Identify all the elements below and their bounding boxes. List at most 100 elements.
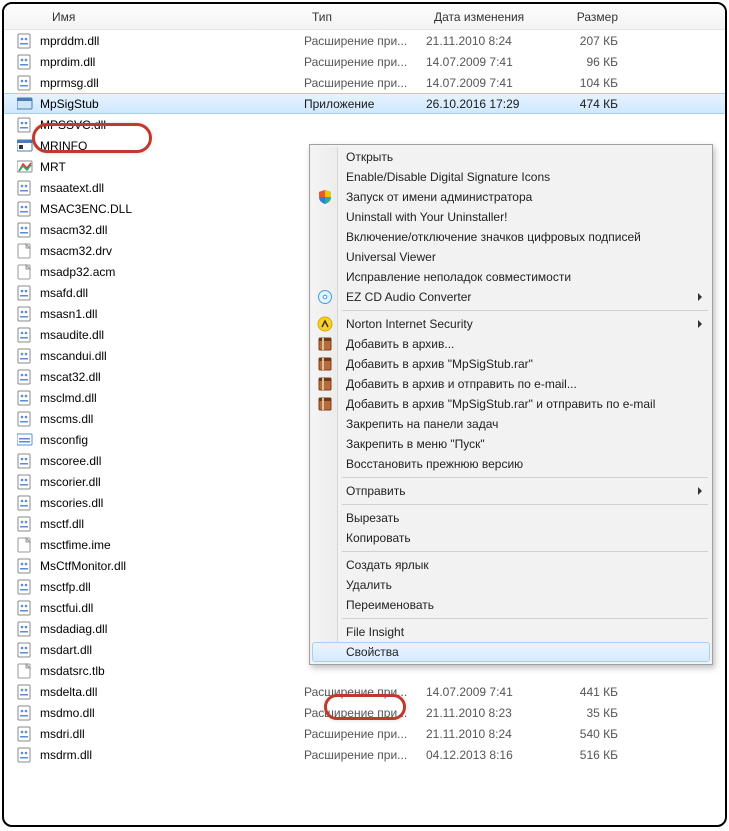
file-name: mscat32.dll <box>40 370 304 384</box>
menu-item[interactable]: Свойства <box>312 642 710 662</box>
menu-item[interactable]: Norton Internet Security <box>312 314 710 334</box>
file-date: 14.07.2009 7:41 <box>426 685 550 699</box>
menu-item[interactable]: EZ CD Audio Converter <box>312 287 710 307</box>
file-icon <box>16 663 34 679</box>
menu-item[interactable]: Вырезать <box>312 508 710 528</box>
menu-item-label: Копировать <box>346 531 411 545</box>
rar-icon <box>317 336 333 352</box>
menu-item[interactable]: Добавить в архив "MpSigStub.rar" и отпра… <box>312 394 710 414</box>
file-icon <box>16 705 34 721</box>
menu-item[interactable]: Открыть <box>312 147 710 167</box>
file-icon <box>16 411 34 427</box>
menu-item-label: Отправить <box>346 484 406 498</box>
menu-item[interactable]: Добавить в архив и отправить по e-mail..… <box>312 374 710 394</box>
file-name: MPSSVC.dll <box>40 118 304 132</box>
menu-item-label: Добавить в архив... <box>346 337 454 351</box>
file-name: mscoree.dll <box>40 454 304 468</box>
column-name[interactable]: Имя <box>4 10 304 24</box>
file-icon <box>16 516 34 532</box>
file-date: 04.12.2013 8:16 <box>426 748 550 762</box>
menu-separator <box>342 504 708 505</box>
file-row[interactable]: mprmsg.dllРасширение при...14.07.2009 7:… <box>4 72 725 93</box>
menu-item-label: File Insight <box>346 625 404 639</box>
file-name: mscms.dll <box>40 412 304 426</box>
file-icon <box>16 54 34 70</box>
file-name: mprddm.dll <box>40 34 304 48</box>
file-name: mprdim.dll <box>40 55 304 69</box>
menu-item-label: Удалить <box>346 578 392 592</box>
file-row[interactable]: mprdim.dllРасширение при...14.07.2009 7:… <box>4 51 725 72</box>
menu-item[interactable]: Копировать <box>312 528 710 548</box>
file-icon <box>16 432 34 448</box>
menu-item[interactable]: Uninstall with Your Uninstaller! <box>312 207 710 227</box>
file-name: msconfig <box>40 433 304 447</box>
file-name: msdrm.dll <box>40 748 304 762</box>
menu-item[interactable]: Восстановить прежнюю версию <box>312 454 710 474</box>
file-icon <box>16 138 34 154</box>
menu-item[interactable]: Переименовать <box>312 595 710 615</box>
file-name: mscandui.dll <box>40 349 304 363</box>
menu-item[interactable]: Удалить <box>312 575 710 595</box>
file-name: msasn1.dll <box>40 307 304 321</box>
menu-item-label: EZ CD Audio Converter <box>346 290 471 304</box>
file-size: 96 КБ <box>550 55 640 69</box>
file-date: 26.10.2016 17:29 <box>426 97 550 111</box>
file-row[interactable]: MpSigStubПриложение26.10.2016 17:29474 К… <box>4 93 725 114</box>
file-icon <box>16 327 34 343</box>
file-icon <box>16 747 34 763</box>
file-row[interactable]: msdrm.dllРасширение при...04.12.2013 8:1… <box>4 744 725 765</box>
file-icon <box>16 117 34 133</box>
file-name: msclmd.dll <box>40 391 304 405</box>
column-size[interactable]: Размер <box>550 10 640 24</box>
file-icon <box>16 222 34 238</box>
column-type[interactable]: Тип <box>304 10 426 24</box>
menu-item[interactable]: Закрепить на панели задач <box>312 414 710 434</box>
rar-icon <box>317 396 333 412</box>
file-size: 441 КБ <box>550 685 640 699</box>
menu-item[interactable]: Отправить <box>312 481 710 501</box>
menu-item-label: Добавить в архив "MpSigStub.rar" и отпра… <box>346 397 655 411</box>
file-row[interactable]: msdmo.dllРасширение при...21.11.2010 8:2… <box>4 702 725 723</box>
menu-item[interactable]: Enable/Disable Digital Signature Icons <box>312 167 710 187</box>
file-row[interactable]: msdri.dllРасширение при...21.11.2010 8:2… <box>4 723 725 744</box>
file-icon <box>16 684 34 700</box>
menu-item[interactable]: Добавить в архив "MpSigStub.rar" <box>312 354 710 374</box>
file-name: msadp32.acm <box>40 265 304 279</box>
file-row[interactable]: mprddm.dllРасширение при...21.11.2010 8:… <box>4 30 725 51</box>
file-type: Расширение при... <box>304 727 426 741</box>
menu-item[interactable]: Universal Viewer <box>312 247 710 267</box>
file-icon <box>16 537 34 553</box>
file-icon <box>16 180 34 196</box>
file-icon <box>16 75 34 91</box>
menu-item[interactable]: Исправление неполадок совместимости <box>312 267 710 287</box>
menu-item-label: Свойства <box>346 645 399 659</box>
file-name: MsCtfMonitor.dll <box>40 559 304 573</box>
file-size: 104 КБ <box>550 76 640 90</box>
menu-item[interactable]: Запуск от имени администратора <box>312 187 710 207</box>
file-name: msdri.dll <box>40 727 304 741</box>
file-name: mscorier.dll <box>40 475 304 489</box>
file-date: 14.07.2009 7:41 <box>426 55 550 69</box>
file-type: Расширение при... <box>304 748 426 762</box>
file-icon <box>16 264 34 280</box>
menu-item[interactable]: Включение/отключение значков цифровых по… <box>312 227 710 247</box>
file-name: MpSigStub <box>40 97 304 111</box>
file-row[interactable]: MPSSVC.dll <box>4 114 725 135</box>
file-name: msacm32.drv <box>40 244 304 258</box>
file-icon <box>16 201 34 217</box>
file-row[interactable]: msdelta.dllРасширение при...14.07.2009 7… <box>4 681 725 702</box>
file-icon <box>16 243 34 259</box>
context-menu[interactable]: ОткрытьEnable/Disable Digital Signature … <box>309 144 713 665</box>
file-icon <box>16 96 34 112</box>
file-icon <box>16 159 34 175</box>
file-name: msaatext.dll <box>40 181 304 195</box>
columns-header: Имя Тип Дата изменения Размер <box>4 4 725 30</box>
menu-item[interactable]: Создать ярлык <box>312 555 710 575</box>
menu-item[interactable]: File Insight <box>312 622 710 642</box>
column-date[interactable]: Дата изменения <box>426 10 550 24</box>
file-date: 14.07.2009 7:41 <box>426 76 550 90</box>
menu-item[interactable]: Закрепить в меню "Пуск" <box>312 434 710 454</box>
file-name: MRINFO <box>40 139 304 153</box>
menu-item[interactable]: Добавить в архив... <box>312 334 710 354</box>
file-name: msctfime.ime <box>40 538 304 552</box>
